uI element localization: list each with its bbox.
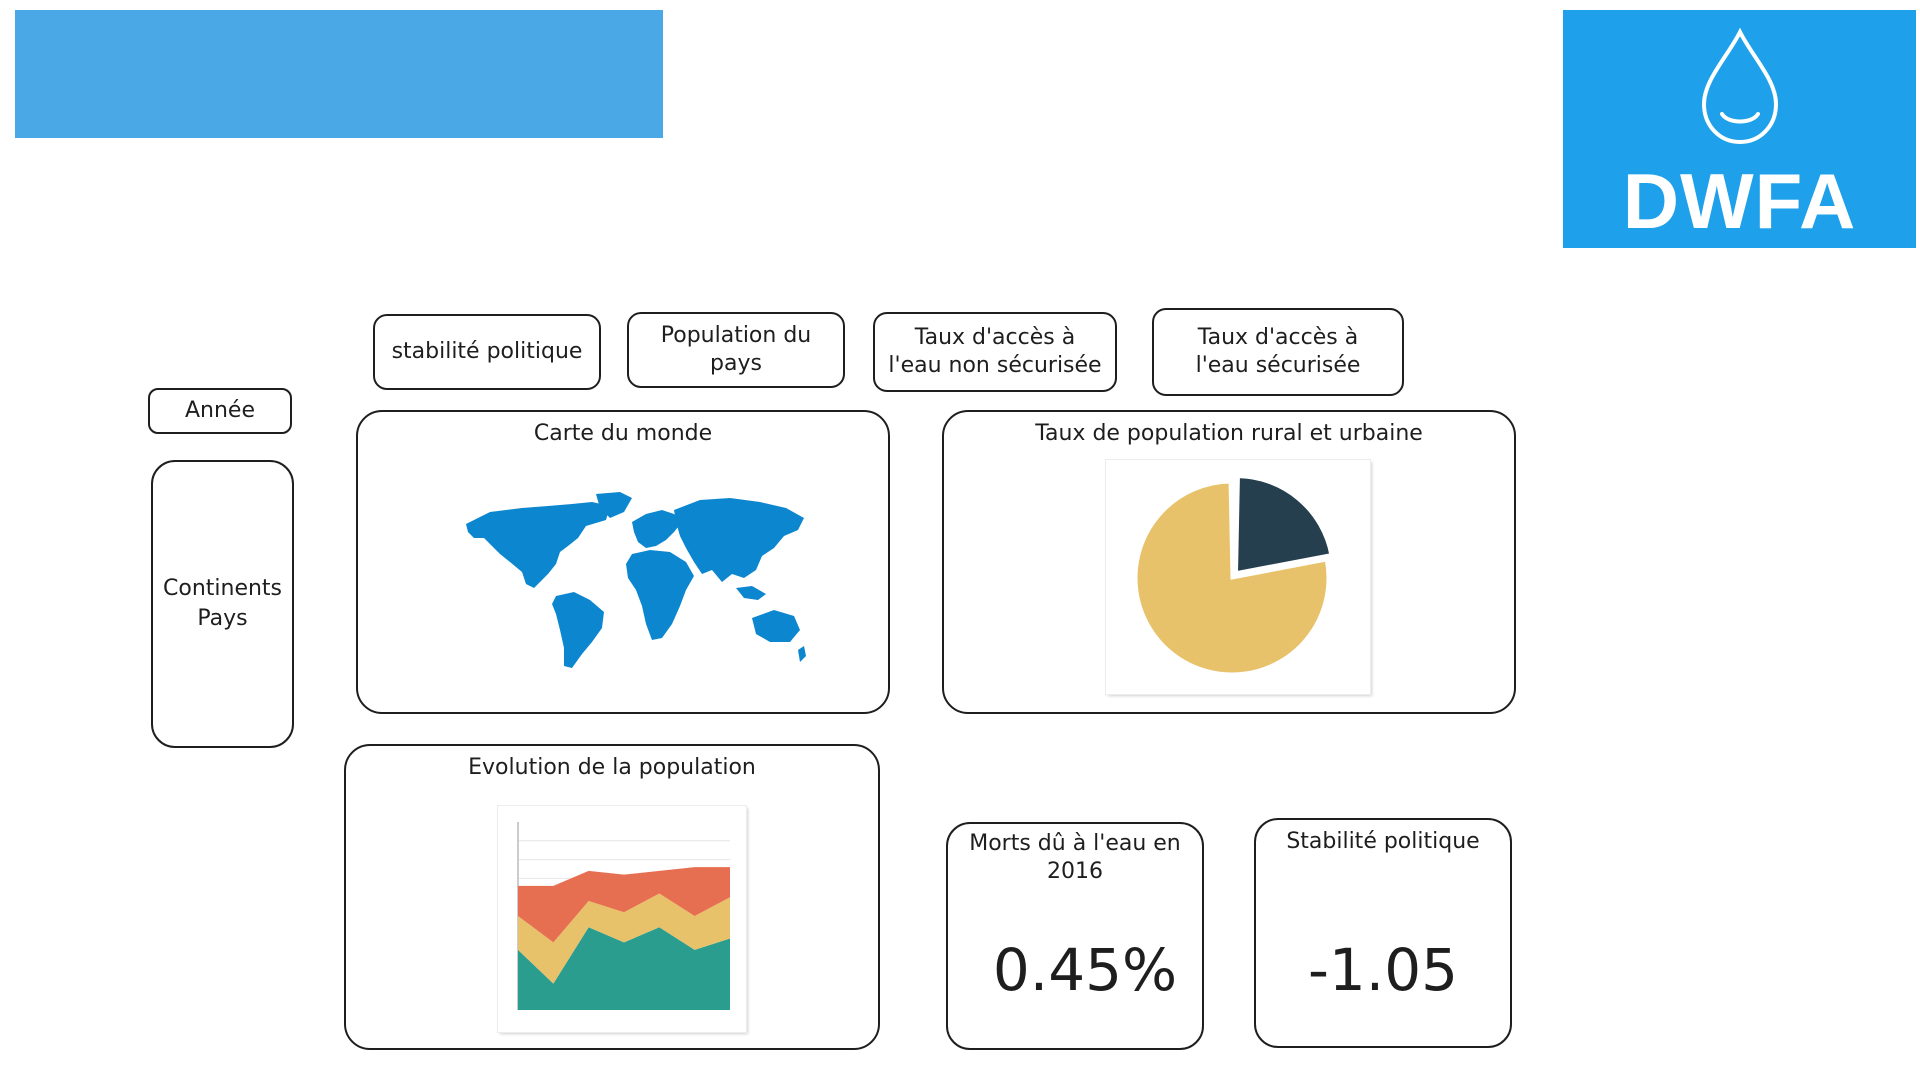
southeast-asia-shape	[736, 586, 766, 600]
dwfa-logo: DWFA	[1563, 10, 1916, 248]
asia-shape	[674, 498, 804, 582]
population-filter-button[interactable]: Population du pays	[627, 312, 845, 388]
south-america-shape	[552, 592, 604, 668]
stability-filter-label: stabilité politique	[391, 339, 583, 364]
year-filter-label: Année	[184, 398, 255, 423]
population-evolution-title: Evolution de la population	[468, 755, 756, 780]
stability-filter-button[interactable]: stabilité politique	[373, 314, 601, 390]
water-drop-icon	[1701, 28, 1779, 145]
population-evolution-chart[interactable]	[498, 806, 746, 1032]
water-deaths-kpi-title-line1: Morts dû à l'eau en	[969, 831, 1181, 856]
water-deaths-kpi-title-line2: 2016	[1047, 859, 1103, 884]
africa-shape	[626, 550, 694, 640]
water-deaths-kpi-card: Morts dû à l'eau en 2016 0.45%	[946, 822, 1204, 1050]
continents-label: Continents	[163, 576, 283, 601]
continents-countries-filter[interactable]: Continents Pays	[151, 460, 294, 748]
europe-shape	[632, 510, 682, 548]
world-map-title: Carte du monde	[533, 421, 713, 446]
rural-urban-pie-title: Taux de population rural et urbaine	[1035, 421, 1423, 446]
population-evolution-panel: Evolution de la population	[344, 744, 880, 1050]
new-zealand-shape	[798, 646, 806, 662]
australia-shape	[752, 610, 800, 642]
safe-water-filter-label-line1: Taux d'accès à	[1197, 325, 1359, 350]
rural-urban-pie-chart[interactable]	[1106, 460, 1370, 694]
water-deaths-kpi-title: Morts dû à l'eau en 2016	[948, 830, 1202, 886]
political-stability-kpi-value: -1.05	[1307, 936, 1459, 1004]
political-stability-kpi-card: Stabilité politique -1.05	[1254, 818, 1512, 1048]
unsafe-water-filter-label-line2: l'eau non sécurisée	[888, 353, 1102, 378]
logo-text: DWFA	[1622, 157, 1857, 245]
world-map-panel: Carte du monde	[356, 410, 890, 714]
title-banner	[15, 10, 663, 138]
unsafe-water-filter-button[interactable]: Taux d'accès à l'eau non sécurisée	[873, 312, 1117, 392]
pie-chart-frame	[1106, 460, 1370, 694]
population-filter-label-line1: Population du	[660, 323, 812, 348]
pie-slice-urban[interactable]	[1234, 475, 1333, 575]
area-chart-frame	[498, 806, 746, 1032]
safe-water-filter-label-line2: l'eau sécurisée	[1195, 353, 1361, 378]
world-map[interactable]	[460, 492, 810, 672]
rural-urban-pie-panel: Taux de population rural et urbaine	[942, 410, 1516, 714]
population-filter-label-line2: pays	[710, 351, 762, 376]
north-america-shape	[466, 502, 610, 588]
political-stability-kpi-title: Stabilité politique	[1286, 829, 1480, 854]
water-deaths-kpi-value: 0.45%	[992, 936, 1178, 1004]
year-filter-button[interactable]: Année	[148, 388, 292, 434]
countries-label: Pays	[197, 606, 248, 631]
safe-water-filter-button[interactable]: Taux d'accès à l'eau sécurisée	[1152, 308, 1404, 396]
unsafe-water-filter-label-line1: Taux d'accès à	[914, 325, 1076, 350]
